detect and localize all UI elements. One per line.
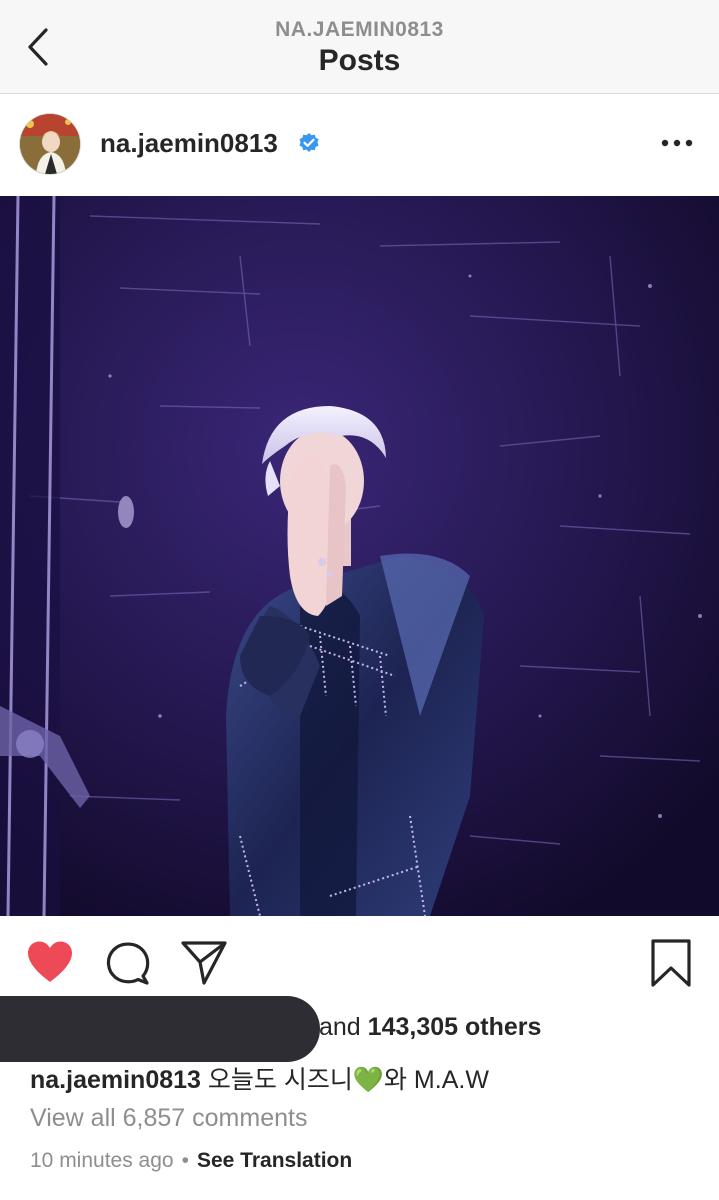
caption-text: 오늘도 시즈니 [207, 1066, 353, 1094]
verified-badge-icon [299, 133, 319, 152]
bookmark-icon[interactable] [650, 938, 692, 988]
heart-icon[interactable] [26, 940, 74, 984]
post-photo[interactable] [0, 196, 719, 916]
post-header: na.jaemin0813 [0, 94, 719, 196]
caption: na.jaemin0813 오늘도 시즈니💚와 M.A.W [30, 1060, 489, 1096]
see-translation-link[interactable]: See Translation [197, 1149, 352, 1172]
post-meta: 10 minutes ago • See Translation [30, 1149, 352, 1173]
likes-summary[interactable]: and 143,305 others [319, 1013, 541, 1042]
share-icon[interactable] [180, 940, 228, 986]
photo-image [0, 196, 719, 916]
timestamp: 10 minutes ago [30, 1149, 174, 1172]
view-all-comments-link[interactable]: View all 6,857 comments [30, 1104, 307, 1133]
more-options-icon[interactable] [660, 138, 694, 148]
page-title: Posts [318, 44, 401, 77]
avatar-image [20, 114, 80, 174]
comment-icon[interactable] [104, 940, 150, 986]
likes-prefix: and [319, 1013, 368, 1041]
account-handle: NA.JAEMIN0813 [275, 18, 444, 41]
redacted-likers [0, 996, 320, 1062]
avatar[interactable] [20, 114, 80, 174]
caption-suffix: 와 M.A.W [383, 1066, 489, 1094]
green-heart-emoji: 💚 [352, 1066, 384, 1094]
caption-username[interactable]: na.jaemin0813 [30, 1066, 201, 1094]
likes-count: 143,305 others [367, 1013, 542, 1041]
top-nav-bar: NA.JAEMIN0813 Posts [0, 0, 719, 94]
post-action-bar [0, 916, 719, 1006]
post-username[interactable]: na.jaemin0813 [100, 128, 278, 159]
separator-dot: • [181, 1149, 189, 1172]
